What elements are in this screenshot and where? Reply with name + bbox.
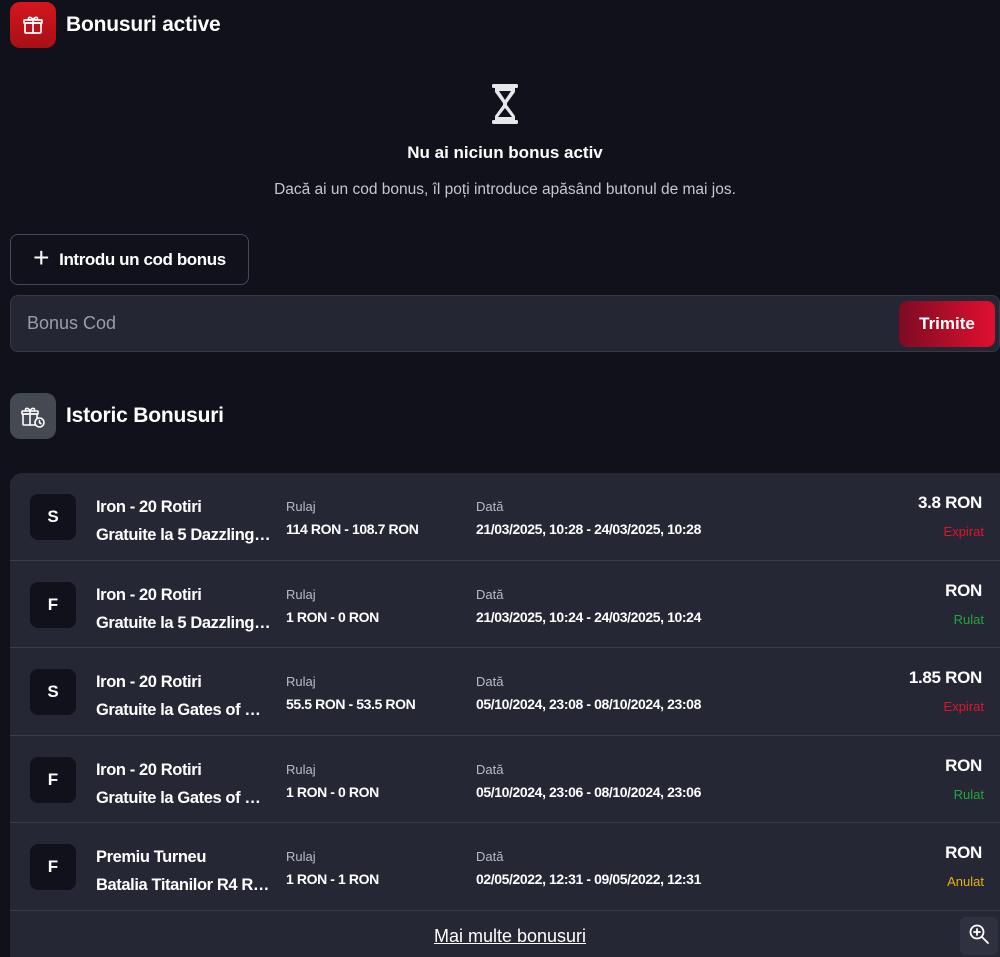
bonus-amount: RON xyxy=(945,580,982,600)
status-badge: Rulat xyxy=(953,786,984,802)
active-bonuses-header: Bonusuri active xyxy=(10,2,221,48)
bonus-name: Premiu Turneu Batalia Titanilor R4 Runda xyxy=(96,843,271,899)
status-badge: Rulat xyxy=(953,611,984,627)
zoom-in-icon xyxy=(968,923,990,950)
date-value: 21/03/2025, 10:24 - 24/03/2025, 10:24 xyxy=(476,608,701,625)
bonus-type-badge: F xyxy=(30,844,76,890)
bonus-name-line2: Gratuite la 5 Dazzling Hot xyxy=(96,526,271,544)
bonus-name-line2: Gratuite la Gates of Olympus xyxy=(96,701,271,719)
bonus-name-line2: Gratuite la Gates of Olympus xyxy=(96,788,271,807)
date-value: 21/03/2025, 10:28 - 24/03/2025, 10:28 xyxy=(476,521,701,537)
rulaj-label: Rulaj xyxy=(286,586,316,602)
bonus-row[interactable]: F Iron - 20 Rotiri Gratuite la 5 Dazzlin… xyxy=(10,561,1000,648)
bonus-type-badge: F xyxy=(30,581,76,628)
date-label: Dată xyxy=(476,586,504,602)
bonus-amount: RON xyxy=(945,843,982,862)
date-label: Dată xyxy=(476,849,504,864)
empty-subtitle: Dacă ai un cod bonus, îl poți introduce … xyxy=(274,181,736,198)
empty-title: Nu ai niciun bonus activ xyxy=(407,143,603,162)
bonus-name: Iron - 20 Rotiri Gratuite la 5 Dazzling … xyxy=(96,493,271,549)
rulaj-value: 114 RON - 108.7 RON xyxy=(286,521,419,537)
rulaj-label: Rulaj xyxy=(286,849,316,864)
status-badge: Expirat xyxy=(943,524,984,539)
bonus-code-input[interactable] xyxy=(11,296,899,351)
bonus-name-line1: Premiu Turneu xyxy=(96,848,207,866)
bonus-amount: RON xyxy=(945,755,982,775)
active-bonuses-title: Bonusuri active xyxy=(66,13,221,36)
bonus-name-line1: Iron - 20 Rotiri xyxy=(96,673,202,691)
bonus-amount: 3.8 RON xyxy=(917,493,982,512)
bonus-amount: 1.85 RON xyxy=(908,668,982,687)
more-bonuses-link[interactable]: Mai multe bonusuri xyxy=(10,926,1000,947)
plus-icon: + xyxy=(33,242,50,273)
zoom-in-button[interactable] xyxy=(960,917,998,955)
bonus-name: Iron - 20 Rotiri Gratuite la 5 Dazzling … xyxy=(96,581,271,637)
bonus-name-line1: Iron - 20 Rotiri xyxy=(96,760,202,779)
empty-state: Nu ai niciun bonus activ Dacă ai un cod … xyxy=(0,82,1000,199)
date-label: Dată xyxy=(476,499,504,514)
bonus-history-list: S Iron - 20 Rotiri Gratuite la 5 Dazzlin… xyxy=(10,473,1000,957)
bonus-name-line1: Iron - 20 Rotiri xyxy=(96,498,202,516)
status-badge: Anulat xyxy=(947,874,984,889)
date-value: 02/05/2022, 12:31 - 09/05/2022, 12:31 xyxy=(476,871,701,887)
date-value: 05/10/2024, 23:08 - 08/10/2024, 23:08 xyxy=(476,696,701,712)
bonus-name-line2: Gratuite la 5 Dazzling Hot xyxy=(96,613,271,632)
bonus-type-badge: S xyxy=(30,494,76,540)
bonus-row[interactable]: S Iron - 20 Rotiri Gratuite la 5 Dazzlin… xyxy=(10,473,1000,561)
bonus-code-form: Trimite xyxy=(10,295,1000,352)
bonus-name-line1: Iron - 20 Rotiri xyxy=(96,585,202,604)
bonus-name-line2: Batalia Titanilor R4 Runda xyxy=(96,876,271,894)
bonus-row[interactable]: F Iron - 20 Rotiri Gratuite la Gates of … xyxy=(10,736,1000,823)
rulaj-label: Rulaj xyxy=(286,499,316,514)
add-bonus-code-label: Introdu un cod bonus xyxy=(59,249,226,269)
bonus-name: Iron - 20 Rotiri Gratuite la Gates of Ol… xyxy=(96,756,271,812)
rulaj-label: Rulaj xyxy=(286,761,316,777)
rulaj-value: 1 RON - 1 RON xyxy=(286,871,379,887)
hourglass-icon xyxy=(487,82,523,126)
rulaj-value: 1 RON - 0 RON xyxy=(286,783,379,800)
status-badge: Expirat xyxy=(943,699,984,714)
date-label: Dată xyxy=(476,674,504,689)
rulaj-value: 1 RON - 0 RON xyxy=(286,608,379,625)
gift-icon xyxy=(10,2,56,48)
rulaj-value: 55.5 RON - 53.5 RON xyxy=(286,696,416,712)
history-header: Istoric Bonusuri xyxy=(10,393,224,439)
submit-button[interactable]: Trimite xyxy=(899,300,995,347)
add-bonus-code-button[interactable]: + Introdu un cod bonus xyxy=(10,234,249,285)
date-value: 05/10/2024, 23:06 - 08/10/2024, 23:06 xyxy=(476,783,701,800)
bonus-type-badge: F xyxy=(30,756,76,803)
bonus-row[interactable]: S Iron - 20 Rotiri Gratuite la Gates of … xyxy=(10,648,1000,736)
bonus-type-badge: S xyxy=(30,669,76,715)
history-title: Istoric Bonusuri xyxy=(66,404,224,427)
rulaj-label: Rulaj xyxy=(286,674,316,689)
gift-clock-icon xyxy=(10,393,56,439)
bonus-row[interactable]: F Premiu Turneu Batalia Titanilor R4 Run… xyxy=(10,823,1000,911)
date-label: Dată xyxy=(476,761,504,777)
bonus-name: Iron - 20 Rotiri Gratuite la Gates of Ol… xyxy=(96,668,271,724)
